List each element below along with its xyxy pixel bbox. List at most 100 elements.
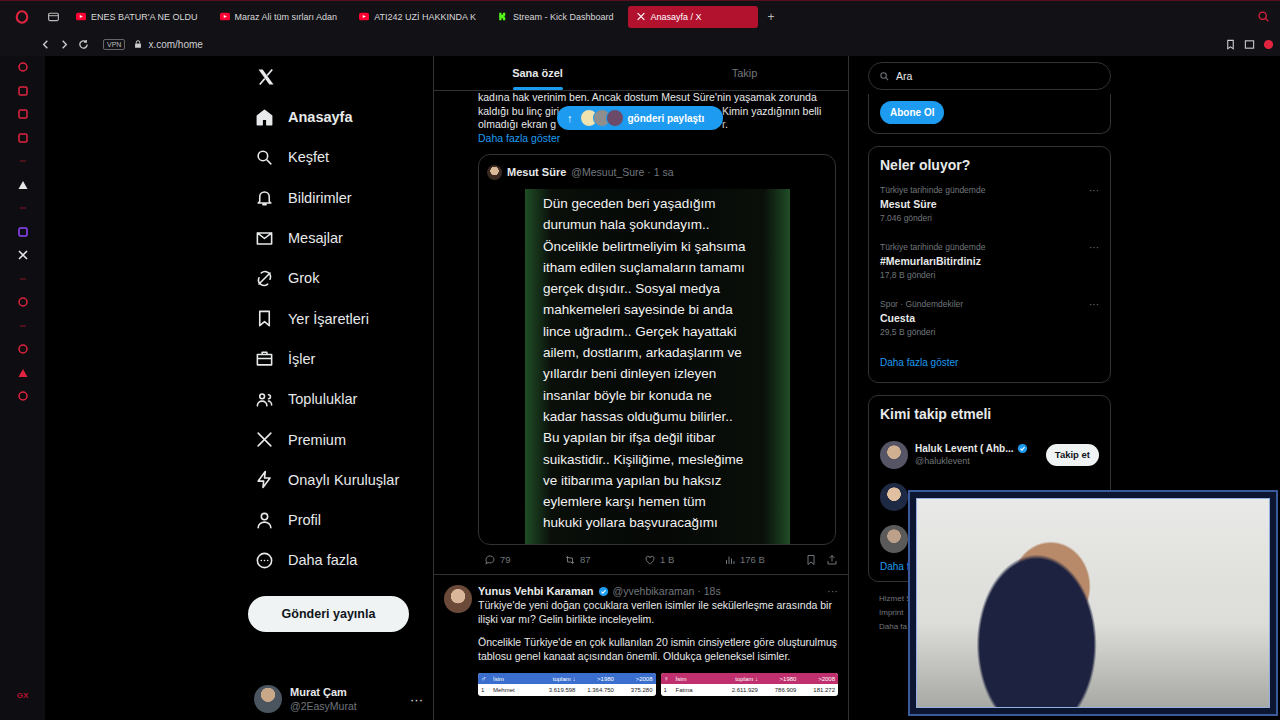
webcam-overlay: [908, 490, 1278, 716]
author-name[interactable]: Mesut Süre: [507, 166, 566, 178]
author-avatar[interactable]: [487, 165, 502, 180]
new-posts-pill[interactable]: ↑gönderi paylaştı: [557, 106, 723, 130]
more-icon: [255, 551, 274, 570]
sidebar-app-icon[interactable]: [17, 155, 29, 167]
follow-suggestion[interactable]: Haluk Levent ( Ahb...@halukleventTakip e…: [880, 434, 1099, 476]
show-more-link[interactable]: Daha fazla göster: [880, 356, 1099, 370]
person-icon: [255, 511, 274, 530]
trend-item[interactable]: Spor · GündemdekilerCuesta29,5 B gönderi…: [880, 299, 1099, 356]
suggestion-avatar[interactable]: [880, 525, 908, 553]
reply-button[interactable]: 79: [484, 554, 564, 566]
name-table: ♂İsimtoplam ↓>1980>20081Mehmet3.619.5981…: [478, 673, 656, 696]
sidebar-app-icon[interactable]: [17, 343, 29, 355]
sidebar-app-icon[interactable]: [17, 132, 29, 144]
nav-item[interactable]: Premium: [255, 419, 433, 459]
timeline-tab[interactable]: Takip: [641, 56, 848, 90]
mail-icon: [255, 229, 274, 248]
bookmark-icon[interactable]: [1225, 39, 1236, 50]
share-icon[interactable]: [826, 554, 838, 566]
trend-more-button[interactable]: ···: [1089, 185, 1099, 196]
youtube-icon: [220, 12, 230, 21]
vpn-badge[interactable]: VPN: [103, 39, 125, 50]
trend-more-button[interactable]: ···: [1089, 299, 1099, 310]
nav-item[interactable]: Onaylı Kuruluşlar: [255, 460, 433, 500]
people-icon: [255, 390, 274, 409]
author-name[interactable]: Yunus Vehbi Karaman: [478, 585, 594, 597]
kick-icon: [498, 12, 508, 21]
nav-item[interactable]: Daha fazla: [255, 540, 433, 580]
post[interactable]: Yunus Vehbi Karaman@yvehbikaraman · 18s·…: [434, 575, 848, 696]
account-more[interactable]: ···: [410, 692, 433, 707]
search-field[interactable]: Ara: [868, 62, 1111, 90]
sidebar-app-icon[interactable]: [17, 85, 29, 97]
timeline-tab[interactable]: Sana özel: [434, 56, 641, 90]
repost-button[interactable]: 87: [564, 554, 644, 566]
browser-tab[interactable]: Maraz Ali tüm sırları Adan: [212, 6, 346, 28]
sidebar-app-icon[interactable]: [17, 390, 29, 402]
sidebar-app-icon[interactable]: [17, 226, 29, 238]
browser-tab[interactable]: ENES BATUR'A NE OLDU: [68, 6, 206, 28]
reload-icon[interactable]: [78, 39, 89, 50]
tab-islands-icon[interactable]: [47, 10, 60, 23]
browser-tab[interactable]: Anasayfa / X: [628, 6, 758, 28]
author-avatar[interactable]: [444, 585, 472, 613]
bookmark-icon[interactable]: [805, 554, 817, 566]
nav-item[interactable]: Bildirimler: [255, 178, 433, 218]
post-image[interactable]: ♂İsimtoplam ↓>1980>20081Mehmet3.619.5981…: [478, 673, 838, 696]
search-icon: [879, 71, 890, 82]
profile-icon[interactable]: [1263, 39, 1274, 50]
views-button[interactable]: 176 B: [724, 554, 804, 566]
x-icon: [636, 12, 646, 21]
nav-item[interactable]: Grok: [255, 258, 433, 298]
nav-item[interactable]: Profil: [255, 500, 433, 540]
new-tab-button[interactable]: +: [764, 10, 779, 24]
trends-card: Neler oluyor?Türkiye tarihinde gündemdeM…: [868, 146, 1111, 383]
timeline-tabs: Sana özelTakip: [434, 56, 848, 91]
sidebar-app-icon[interactable]: [17, 179, 29, 191]
opera-logo-icon[interactable]: [15, 10, 29, 24]
back-icon[interactable]: [40, 39, 51, 50]
show-more-link[interactable]: Daha fazla göster: [478, 132, 844, 146]
name-table: ♀İsimtoplam ↓>1980>20081Fatma2.611.92978…: [661, 673, 839, 696]
youtube-icon: [76, 12, 86, 21]
trend-more-button[interactable]: ···: [1089, 242, 1099, 253]
nav-item[interactable]: Topluluklar: [255, 379, 433, 419]
like-button[interactable]: 1 B: [644, 554, 724, 566]
nav-item[interactable]: İşler: [255, 339, 433, 379]
account-switcher[interactable]: Murat Çam@2EasyMurat···: [254, 685, 433, 713]
sidebar-app-icon[interactable]: [17, 108, 29, 120]
sidebar-app-icon[interactable]: [17, 61, 29, 73]
trend-item[interactable]: Türkiye tarihinde gündemde#MemurlarıBiti…: [880, 242, 1099, 299]
sidebar-app-icon[interactable]: [17, 249, 29, 261]
browser-tab[interactable]: ATI242 UZİ HAKKINDA K: [351, 6, 484, 28]
more-button[interactable]: ···: [827, 585, 838, 597]
x-logo-icon[interactable]: [256, 67, 276, 87]
repost-icon: [564, 554, 576, 566]
nav-item[interactable]: Anasayfa: [255, 97, 433, 137]
url-field[interactable]: x.com/home: [148, 39, 202, 50]
sidebar-app-icon[interactable]: [17, 367, 29, 379]
suggestion-avatar[interactable]: [880, 483, 908, 511]
account-name: Murat Çam: [290, 686, 357, 698]
suggestion-avatar[interactable]: [880, 441, 908, 469]
nav-item[interactable]: Mesajlar: [255, 218, 433, 258]
subscribe-button[interactable]: Abone Ol: [880, 101, 944, 124]
trend-item[interactable]: Türkiye tarihinde gündemdeMesut Süre7.04…: [880, 185, 1099, 242]
bolt-icon: [255, 470, 274, 489]
nav-item[interactable]: Yer İşaretleri: [255, 298, 433, 338]
post-button[interactable]: Gönderi yayınla: [248, 596, 409, 632]
snapshot-icon[interactable]: [1244, 39, 1255, 50]
sidebar-app-icon[interactable]: [17, 273, 29, 285]
x-icon: [255, 430, 274, 449]
follow-button[interactable]: Takip et: [1046, 444, 1099, 466]
quoted-post[interactable]: Mesut Süre@Mesuut_Sure · 1 saDün geceden…: [478, 154, 836, 545]
gx-logo[interactable]: GX: [17, 691, 29, 700]
sidebar-app-icon[interactable]: [17, 320, 29, 332]
sidebar-app-icon[interactable]: [17, 202, 29, 214]
forward-icon[interactable]: [59, 39, 70, 50]
nav-item[interactable]: Keşfet: [255, 137, 433, 177]
search-icon[interactable]: [1257, 10, 1270, 23]
browser-tab[interactable]: Stream - Kick Dashboard: [490, 6, 622, 28]
post-image[interactable]: Dün geceden beri yaşadığımdurumun hala ş…: [525, 189, 790, 545]
sidebar-app-icon[interactable]: [17, 296, 29, 308]
